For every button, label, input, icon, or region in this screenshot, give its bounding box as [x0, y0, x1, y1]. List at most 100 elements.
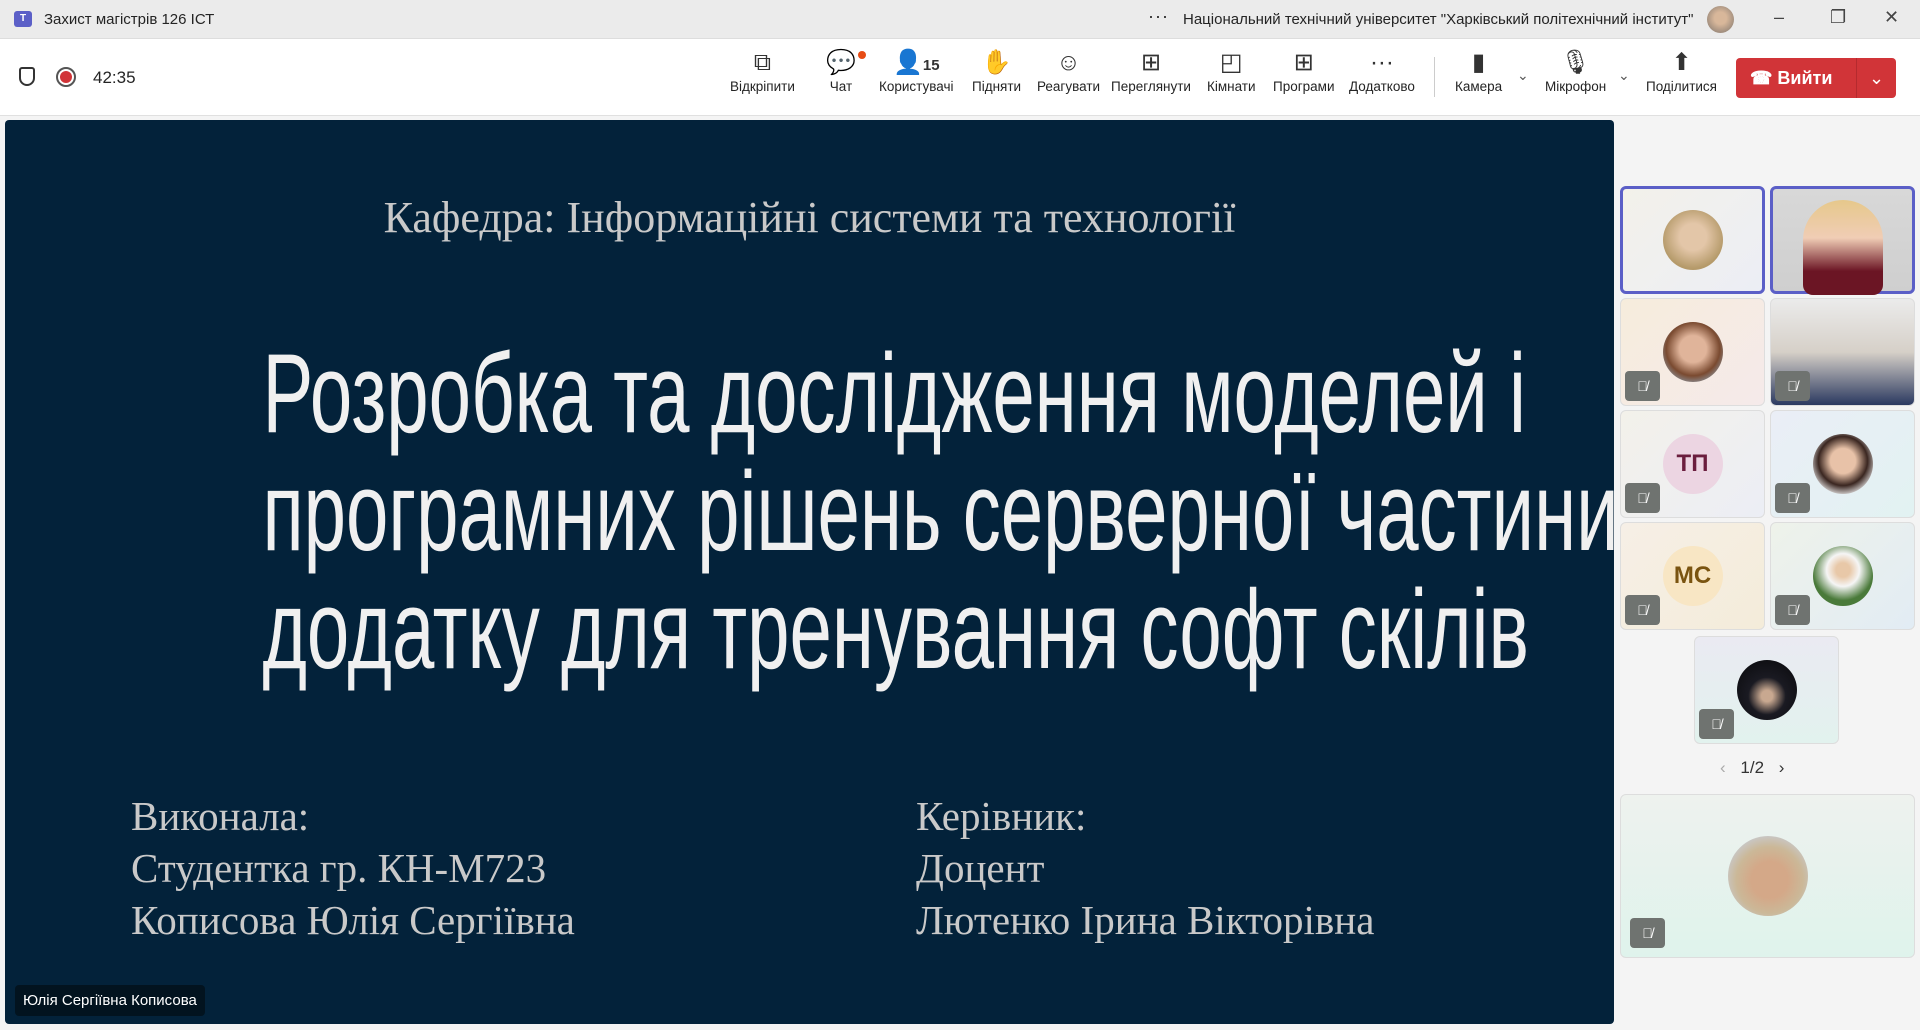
view-button[interactable]: ⊞ Переглянути — [1111, 47, 1191, 94]
mic-off-icon: 🎙̸ — [1625, 371, 1660, 401]
slide-department: Кафедра: Інформаційні системи та техноло… — [383, 193, 1236, 242]
mic-off-icon: 🎙̸ — [1775, 595, 1810, 625]
supervisor-block: Керівник: Доцент Лютенко Ірина Вікторівн… — [916, 790, 1374, 946]
pop-out-button[interactable]: ⧉ Відкріпити — [730, 47, 795, 94]
avatar-initials: МС — [1662, 546, 1723, 606]
avatar — [1727, 836, 1808, 916]
people-button[interactable]: 👤15 Користувачі — [879, 47, 954, 94]
restore-button[interactable]: ❐ — [1830, 7, 1846, 28]
participant-tile[interactable]: 🎙̸ — [1694, 636, 1839, 744]
button-label: Програми — [1273, 79, 1335, 94]
button-label: Камера — [1455, 79, 1503, 94]
previous-page-chevron-icon[interactable]: ‹ — [1720, 758, 1726, 777]
leave-button[interactable]: ☎ Вийти ⌄ — [1736, 58, 1896, 98]
shield-icon[interactable] — [19, 67, 35, 86]
pop-out-icon: ⧉ — [753, 49, 771, 76]
account-avatar[interactable] — [1707, 6, 1734, 33]
organization-name: Національний технічний університет "Харк… — [1183, 11, 1694, 28]
slide-title: Розробка та дослідження моделей і програ… — [5, 335, 1614, 689]
participant-tile[interactable]: МС 🎙̸ — [1620, 522, 1765, 630]
avatar-initials: ТП — [1662, 434, 1723, 494]
author-name: Кописова Юлія Сергіївна — [131, 897, 575, 943]
share-button[interactable]: ⬆ Поділитися — [1646, 47, 1717, 94]
leave-label: ☎ Вийти — [1750, 68, 1833, 88]
smiley-icon: ☺ — [1056, 49, 1081, 76]
supervisor-title: Доцент — [916, 845, 1045, 891]
button-label: Переглянути — [1111, 79, 1191, 94]
participant-count: 15 — [922, 57, 940, 74]
leave-options-chevron-icon[interactable]: ⌄ — [1856, 58, 1896, 98]
button-label: Мікрофон — [1545, 79, 1607, 94]
title-line: додатку для тренування софт скілів — [262, 567, 1529, 692]
hand-icon: ✋ — [981, 49, 1012, 76]
mic-options-chevron-icon[interactable]: ⌄ — [1618, 67, 1630, 84]
teams-logo-icon: T — [14, 11, 32, 27]
button-label: Користувачі — [879, 79, 954, 94]
participant-tile[interactable]: ТП 🎙̸ — [1620, 410, 1765, 518]
apps-button[interactable]: ⊞ Програми — [1273, 47, 1334, 94]
mic-off-icon: 🎙̸ — [1775, 483, 1810, 513]
avatar — [1736, 660, 1797, 720]
mic-off-icon: 🎙̸ — [1625, 595, 1660, 625]
camera-off-icon: ▮ — [1471, 49, 1486, 76]
author-label: Виконала: — [131, 793, 310, 839]
participant-video-tile[interactable] — [1770, 186, 1915, 295]
button-label: Реагувати — [1037, 79, 1101, 94]
mic-off-icon: 🎙̸ — [1699, 709, 1734, 739]
people-icon: 👤15 — [892, 49, 940, 76]
participant-tile[interactable] — [1620, 186, 1765, 294]
mic-off-icon: 🎙 — [1560, 49, 1591, 76]
unread-badge — [858, 51, 866, 59]
close-button[interactable]: ✕ — [1884, 7, 1899, 28]
video-feed — [1802, 200, 1883, 295]
microphone-button[interactable]: 🎙 Мікрофон — [1545, 47, 1606, 94]
toolbar-divider — [1434, 57, 1435, 97]
participant-tile[interactable]: 🎙̸ — [1770, 522, 1915, 630]
button-label: Додатково — [1349, 79, 1415, 94]
title-line: програмних рішень серверної частини — [262, 449, 1614, 574]
button-label: Відкріпити — [730, 79, 795, 94]
button-label: Підняти — [972, 79, 1022, 94]
meeting-title: Захист магістрів 126 ІСТ — [44, 11, 215, 28]
presenter-name-tag: Юлія Сергіївна Кописова — [15, 985, 205, 1016]
button-label: Кімнати — [1207, 79, 1256, 94]
add-app-icon: ⊞ — [1293, 49, 1314, 76]
participant-video-tile[interactable]: 🎙̸ — [1770, 298, 1915, 406]
avatar — [1662, 210, 1723, 270]
button-label: Поділитися — [1646, 79, 1717, 94]
mic-off-icon: 🎙̸ — [1775, 371, 1810, 401]
self-view-tile[interactable]: 🎙̸ — [1620, 794, 1915, 958]
button-label: Чат — [829, 79, 853, 94]
more-button[interactable]: ··· Додатково — [1349, 47, 1415, 94]
avatar — [1662, 322, 1723, 382]
more-icon: ··· — [1369, 49, 1394, 76]
avatar — [1812, 546, 1873, 606]
share-icon: ⬆ — [1671, 49, 1692, 76]
title-bar: T Захист магістрів 126 ІСТ ··· Національ… — [0, 0, 1920, 39]
participant-tile[interactable]: 🎙̸ — [1620, 298, 1765, 406]
rooms-button[interactable]: ◰ Кімнати — [1207, 47, 1256, 94]
participant-tile[interactable]: 🎙̸ — [1770, 410, 1915, 518]
more-options-icon[interactable]: ··· — [1148, 6, 1169, 27]
camera-button[interactable]: ▮ Камера — [1455, 47, 1502, 94]
grid-icon: ⊞ — [1140, 49, 1162, 76]
camera-options-chevron-icon[interactable]: ⌄ — [1517, 67, 1529, 84]
raise-hand-button[interactable]: ✋ Підняти — [972, 47, 1021, 94]
chat-button[interactable]: 💬 Чат — [826, 47, 866, 94]
meeting-toolbar: 42:35 ⧉ Відкріпити 💬 Чат 👤15 Користувачі ✋ П… — [0, 39, 1920, 116]
gallery-pager: ‹ 1/2 › — [1720, 758, 1784, 778]
shared-screen: Кафедра: Інформаційні системи та техноло… — [5, 120, 1614, 1024]
recording-icon — [56, 67, 76, 87]
supervisor-name: Лютенко Ірина Вікторівна — [916, 897, 1375, 943]
author-group: Студентка гр. КН-М723 — [131, 845, 547, 891]
chat-icon: 💬 — [826, 49, 856, 76]
meeting-timer: 42:35 — [93, 68, 136, 87]
page-indicator: 1/2 — [1740, 758, 1765, 777]
react-button[interactable]: ☺ Реагувати — [1037, 47, 1100, 94]
minimize-button[interactable]: – — [1774, 7, 1784, 28]
next-page-chevron-icon[interactable]: › — [1779, 758, 1785, 777]
supervisor-label: Керівник: — [916, 793, 1087, 839]
mic-off-icon: 🎙̸ — [1625, 483, 1660, 513]
mic-off-icon: 🎙̸ — [1630, 918, 1665, 948]
avatar — [1812, 434, 1873, 494]
